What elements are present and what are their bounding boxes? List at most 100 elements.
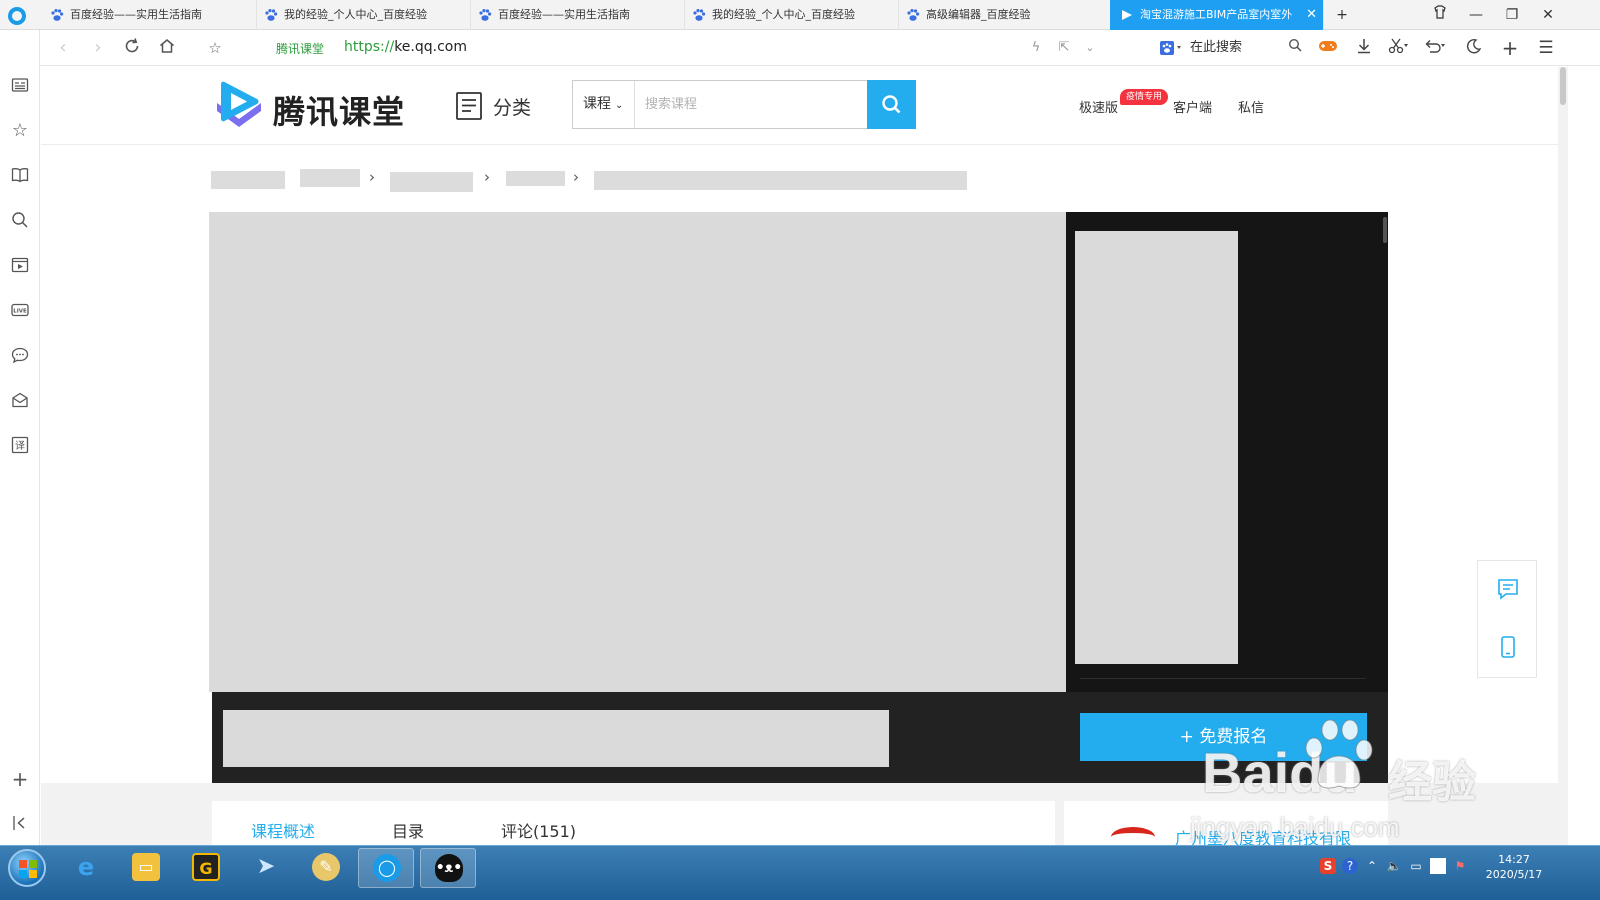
live-icon[interactable]: LIVE bbox=[10, 301, 30, 321]
client-link[interactable]: 客户端 bbox=[1173, 97, 1212, 116]
help-icon[interactable]: ? bbox=[1342, 858, 1358, 874]
taskbar-paint[interactable]: ✎ bbox=[298, 848, 354, 888]
free-enroll-button[interactable]: + 免费报名 bbox=[1080, 713, 1367, 761]
add-sidebar-item-icon[interactable]: + bbox=[10, 769, 30, 789]
messages-link[interactable]: 私信 bbox=[1238, 97, 1264, 116]
institution-name[interactable]: 广州墨八度教育科技有限 bbox=[1175, 825, 1351, 845]
side-panel-scrollbar[interactable] bbox=[1383, 217, 1387, 243]
institution-logo bbox=[1111, 827, 1155, 845]
breadcrumb-item[interactable] bbox=[300, 169, 360, 187]
volume-icon[interactable]: 🔈 bbox=[1386, 858, 1402, 874]
tab-title: 我的经验_个人中心_百度经验 bbox=[712, 8, 855, 21]
favorites-star-icon[interactable]: ☆ bbox=[10, 121, 30, 141]
network-icon[interactable]: ▭ bbox=[1408, 858, 1424, 874]
browser-tab[interactable]: 百度经验——实用生活指南 bbox=[40, 0, 257, 30]
forward-button[interactable]: › bbox=[87, 37, 109, 59]
close-window-button[interactable]: ✕ bbox=[1536, 4, 1560, 26]
course-search-input[interactable] bbox=[635, 81, 867, 128]
category-menu[interactable]: 分类 bbox=[455, 91, 531, 121]
browser-sidebar: ☆ LIVE 译 + bbox=[0, 30, 40, 845]
chevron-down-icon[interactable]: ⌄ bbox=[1080, 38, 1100, 58]
baidu-paw-icon bbox=[693, 9, 706, 21]
add-icon[interactable]: + bbox=[1500, 38, 1520, 58]
chat-icon[interactable] bbox=[10, 346, 30, 366]
tab-catalog[interactable]: 目录 bbox=[392, 818, 424, 842]
taskbar-explorer[interactable]: ▭ bbox=[118, 848, 174, 888]
minimize-button[interactable]: — bbox=[1464, 4, 1488, 26]
news-icon[interactable] bbox=[10, 76, 30, 96]
browser-tab[interactable]: 我的经验_个人中心_百度经验 bbox=[682, 0, 899, 30]
skin-icon[interactable] bbox=[1428, 4, 1452, 26]
back-button[interactable]: ‹ bbox=[52, 37, 74, 59]
taskbar-qq[interactable]: •ᴥ• bbox=[420, 848, 476, 888]
translate-icon[interactable]: 译 bbox=[10, 436, 30, 456]
search-button[interactable] bbox=[867, 80, 916, 129]
download-icon[interactable] bbox=[1354, 38, 1374, 58]
taskbar-app-bird[interactable]: ➤ bbox=[238, 848, 294, 888]
breadcrumb-item[interactable] bbox=[211, 171, 285, 189]
lite-version-link[interactable]: 极速版 bbox=[1079, 97, 1118, 116]
taskbar-ie[interactable]: e bbox=[58, 848, 114, 888]
breadcrumb-item[interactable] bbox=[506, 171, 565, 186]
chevron-down-icon: ⌄ bbox=[615, 100, 624, 111]
restore-button[interactable]: ❐ bbox=[1500, 4, 1524, 26]
tab-title: 我的经验_个人中心_百度经验 bbox=[284, 8, 427, 21]
taskbar-qq-browser[interactable]: ◯ bbox=[358, 848, 414, 888]
url-field[interactable]: https://ke.qq.com bbox=[344, 39, 467, 55]
bird-app-icon: ➤ bbox=[256, 854, 276, 879]
baidu-search-engine-icon bbox=[1160, 41, 1181, 55]
share-icon[interactable]: ⇱ bbox=[1054, 38, 1074, 58]
tab-comments[interactable]: 评论(151) bbox=[501, 818, 576, 842]
browser-tab[interactable]: 我的经验_个人中心_百度经验 bbox=[254, 0, 471, 30]
breadcrumb-item[interactable] bbox=[390, 172, 473, 192]
collapse-sidebar-icon[interactable] bbox=[10, 814, 30, 834]
mobile-icon[interactable] bbox=[1496, 635, 1520, 659]
url-scheme: https:// bbox=[344, 39, 395, 55]
mailbox-icon[interactable] bbox=[10, 391, 30, 411]
taskbar-app-g[interactable]: G bbox=[178, 848, 234, 888]
refresh-button[interactable] bbox=[121, 37, 143, 59]
browser-tab-active[interactable]: 淘宝混游施工BIM产品室内室外 ✕ bbox=[1110, 0, 1324, 30]
undo-icon[interactable] bbox=[1424, 38, 1445, 58]
baidu-paw-icon bbox=[479, 9, 492, 21]
flag-warning-icon[interactable]: ⚑ bbox=[1452, 858, 1468, 874]
gamepad-icon[interactable] bbox=[1318, 38, 1338, 58]
start-button[interactable] bbox=[8, 849, 46, 887]
new-tab-button[interactable]: + bbox=[1330, 4, 1354, 26]
scrollbar-thumb[interactable] bbox=[1560, 67, 1566, 105]
windows-taskbar: e ▭ G ➤ ✎ ◯ •ᴥ• S ? ⌃ 🔈 ▭ ⚑ 14:27 2020/5… bbox=[0, 845, 1600, 900]
course-info-bar: + 免费报名 bbox=[212, 692, 1388, 783]
tencent-classroom-logo[interactable]: 腾讯课堂 bbox=[211, 81, 404, 131]
menu-icon[interactable]: ☰ bbox=[1536, 38, 1556, 58]
page-scrollbar[interactable] bbox=[1558, 67, 1568, 845]
course-cover-placeholder[interactable] bbox=[209, 212, 1066, 692]
course-side-panel bbox=[1066, 212, 1388, 692]
scissors-icon[interactable] bbox=[1388, 38, 1408, 58]
search-icon[interactable] bbox=[1285, 38, 1305, 58]
book-icon[interactable] bbox=[10, 166, 30, 186]
search-icon[interactable] bbox=[10, 211, 30, 231]
paint-palette-icon: ✎ bbox=[312, 853, 340, 881]
tencent-classroom-icon bbox=[1122, 10, 1132, 20]
browser-tab[interactable]: 高级编辑器_百度经验 bbox=[896, 0, 1113, 30]
lightning-icon[interactable]: ϟ bbox=[1026, 38, 1046, 58]
video-icon[interactable] bbox=[10, 256, 30, 276]
tab-title: 淘宝混游施工BIM产品室内室外 bbox=[1140, 8, 1293, 21]
tab-course-overview[interactable]: 课程概述 bbox=[251, 818, 315, 842]
search-type-select[interactable]: 课程 ⌄ bbox=[573, 81, 635, 128]
night-mode-icon[interactable] bbox=[1464, 38, 1484, 58]
browser-tab[interactable]: 百度经验——实用生活指南 bbox=[468, 0, 685, 30]
feedback-icon[interactable] bbox=[1496, 577, 1520, 601]
system-clock[interactable]: 14:27 2020/5/17 bbox=[1474, 852, 1554, 882]
divider bbox=[1080, 678, 1366, 679]
sogou-ime-icon[interactable]: S bbox=[1320, 858, 1336, 874]
action-center-icon[interactable] bbox=[1430, 858, 1446, 874]
home-button[interactable] bbox=[156, 37, 178, 59]
bookmark-star-icon[interactable]: ☆ bbox=[204, 37, 226, 59]
close-tab-icon[interactable]: ✕ bbox=[1306, 0, 1317, 30]
baidu-paw-icon bbox=[51, 9, 64, 21]
course-tabs-panel bbox=[212, 801, 1055, 845]
show-hidden-icons-icon[interactable]: ⌃ bbox=[1364, 858, 1380, 874]
svg-text:译: 译 bbox=[15, 440, 25, 452]
play-logo-icon bbox=[217, 81, 261, 127]
